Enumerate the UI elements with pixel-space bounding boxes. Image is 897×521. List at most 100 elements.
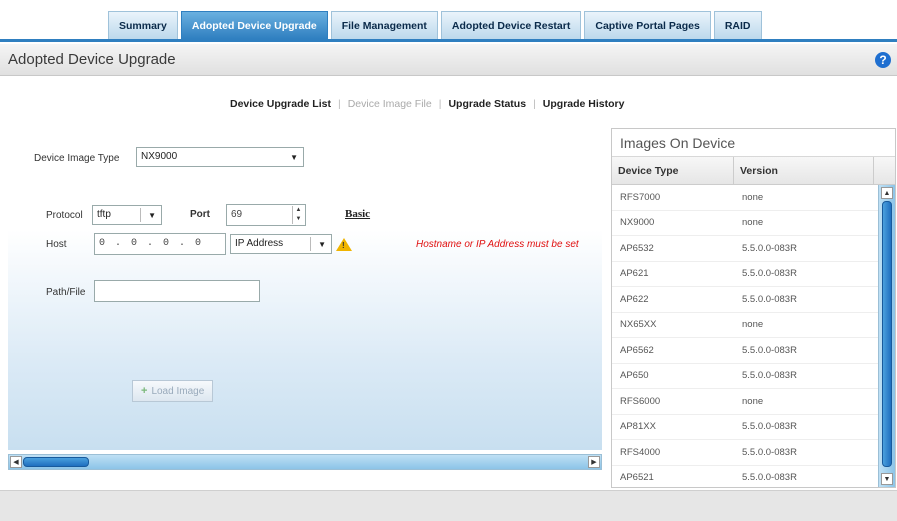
device-type-cell: AP81XX (620, 421, 656, 433)
protocol-value: tftp (97, 209, 111, 220)
table-row[interactable]: RFS4000 5.5.0.0-083R (612, 440, 878, 466)
version-cell: 5.5.0.0-083R (742, 293, 797, 305)
scrollbar-thumb[interactable] (23, 457, 89, 467)
tab-underline (0, 39, 897, 42)
panel-header: Adopted Device Upgrade ? (0, 44, 897, 76)
version-cell: 5.5.0.0-083R (742, 344, 797, 356)
scroll-left-icon[interactable]: ◀ (10, 456, 22, 468)
tab-adopted-device-restart[interactable]: Adopted Device Restart (440, 11, 582, 39)
subtab-upgrade-status[interactable]: Upgrade Status (448, 98, 526, 110)
path-file-input[interactable] (94, 280, 260, 302)
path-file-label: Path/File (46, 287, 86, 298)
device-type-cell: AP6521 (620, 472, 654, 484)
tab-captive-portal-pages[interactable]: Captive Portal Pages (584, 11, 711, 39)
horizontal-scrollbar[interactable]: ◀ ▶ (8, 454, 602, 470)
images-on-device-title: Images On Device (612, 129, 895, 157)
table-row[interactable]: AP650 5.5.0.0-083R (612, 364, 878, 389)
top-tab-bar: Summary Adopted Device Upgrade File Mana… (108, 11, 765, 39)
version-cell: 5.5.0.0-083R (742, 421, 797, 433)
subtab-device-upgrade-list[interactable]: Device Upgrade List (230, 98, 331, 110)
table-row[interactable]: AP81XX 5.5.0.0-083R (612, 415, 878, 440)
basic-link[interactable]: Basic (345, 208, 370, 220)
version-cell: none (742, 395, 764, 407)
version-cell: none (742, 191, 764, 203)
port-stepper[interactable]: 69 ▲ ▼ (226, 204, 306, 226)
subtab-device-image-file: Device Image File (347, 98, 432, 110)
device-type-cell: AP621 (620, 268, 649, 280)
device-image-type-value: NX9000 (141, 151, 178, 162)
host-type-select[interactable]: IP Address ▼ (230, 234, 332, 254)
plus-icon: + (141, 385, 148, 397)
table-row[interactable]: AP6562 5.5.0.0-083R (612, 338, 878, 364)
version-cell: none (742, 217, 764, 229)
port-value: 69 (231, 209, 243, 220)
chevron-down-icon: ▼ (148, 211, 156, 220)
device-type-cell: AP650 (620, 370, 649, 382)
device-type-cell: RFS6000 (620, 395, 661, 407)
images-table-body: RFS7000 none NX9000 none AP6532 5.5.0.0-083… (612, 185, 878, 491)
host-value: 0 . 0 . 0 . 0 (99, 238, 204, 249)
version-cell: 5.5.0.0-083R (742, 242, 797, 254)
device-type-cell: AP6532 (620, 242, 654, 254)
tab-raid[interactable]: RAID (713, 11, 762, 39)
subtab-bar: Device Upgrade List | Device Image File … (230, 98, 624, 110)
device-type-cell: AP6562 (620, 344, 654, 356)
load-image-label: Load Image (151, 385, 205, 397)
table-row[interactable]: AP6532 5.5.0.0-083R (612, 236, 878, 262)
host-label: Host (46, 239, 67, 250)
version-cell: 5.5.0.0-083R (742, 472, 797, 484)
divider (310, 237, 311, 251)
version-cell: none (742, 319, 764, 331)
host-type-value: IP Address (235, 238, 284, 249)
tab-adopted-device-upgrade[interactable]: Adopted Device Upgrade (180, 11, 328, 39)
scrollbar-thumb[interactable] (882, 201, 892, 467)
device-type-cell: NX9000 (620, 217, 655, 229)
separator: | (438, 98, 442, 110)
device-image-type-label: Device Image Type (34, 153, 120, 164)
scroll-down-icon[interactable]: ▼ (881, 473, 893, 485)
table-row[interactable]: AP622 5.5.0.0-083R (612, 287, 878, 313)
footer-bar (0, 490, 897, 521)
table-row[interactable]: RFS6000 none (612, 389, 878, 415)
table-row[interactable]: RFS7000 none (612, 185, 878, 211)
form-background (8, 230, 602, 450)
warning-icon: ! (336, 238, 352, 251)
images-on-device-panel: Images On Device Device Type Version RFS… (611, 128, 896, 491)
table-row[interactable]: AP6521 5.5.0.0-083R (612, 466, 878, 491)
question-icon[interactable]: ? (875, 52, 891, 68)
device-type-cell: RFS4000 (620, 446, 661, 458)
load-image-button[interactable]: + Load Image (132, 380, 214, 402)
tab-file-management[interactable]: File Management (330, 11, 438, 39)
chevron-down-icon: ▼ (318, 240, 326, 249)
scroll-up-icon[interactable]: ▲ (881, 187, 893, 199)
subtab-upgrade-history[interactable]: Upgrade History (543, 98, 625, 110)
protocol-label: Protocol (46, 210, 83, 221)
chevron-down-icon: ▼ (290, 153, 298, 162)
device-type-cell: AP622 (620, 293, 649, 305)
error-message: Hostname or IP Address must be set (416, 239, 579, 250)
table-row[interactable]: NX65XX none (612, 313, 878, 338)
images-table-header: Device Type Version (612, 157, 895, 185)
table-row[interactable]: NX9000 none (612, 211, 878, 236)
device-type-cell: RFS7000 (620, 191, 661, 203)
separator: | (533, 98, 536, 110)
separator: | (337, 98, 341, 110)
column-header-device-type[interactable]: Device Type (612, 157, 734, 184)
page-title: Adopted Device Upgrade (8, 51, 176, 68)
version-cell: 5.5.0.0-083R (742, 268, 797, 280)
spinner-arrows-icon[interactable]: ▲ ▼ (292, 206, 304, 224)
table-row[interactable]: AP621 5.5.0.0-083R (612, 262, 878, 287)
version-cell: 5.5.0.0-083R (742, 370, 797, 382)
tab-summary[interactable]: Summary (108, 11, 178, 39)
protocol-select[interactable]: tftp ▼ (92, 205, 162, 225)
device-image-type-select[interactable]: NX9000 ▼ (136, 147, 304, 167)
host-ip-input[interactable]: 0 . 0 . 0 . 0 (94, 233, 226, 255)
column-header-version[interactable]: Version (734, 157, 874, 184)
vertical-scrollbar[interactable]: ▲ ▼ (878, 185, 895, 487)
scroll-right-icon[interactable]: ▶ (588, 456, 600, 468)
column-header-spacer (874, 157, 895, 184)
version-cell: 5.5.0.0-083R (742, 446, 797, 458)
port-label: Port (190, 209, 210, 220)
divider (140, 208, 141, 222)
device-type-cell: NX65XX (620, 319, 657, 331)
